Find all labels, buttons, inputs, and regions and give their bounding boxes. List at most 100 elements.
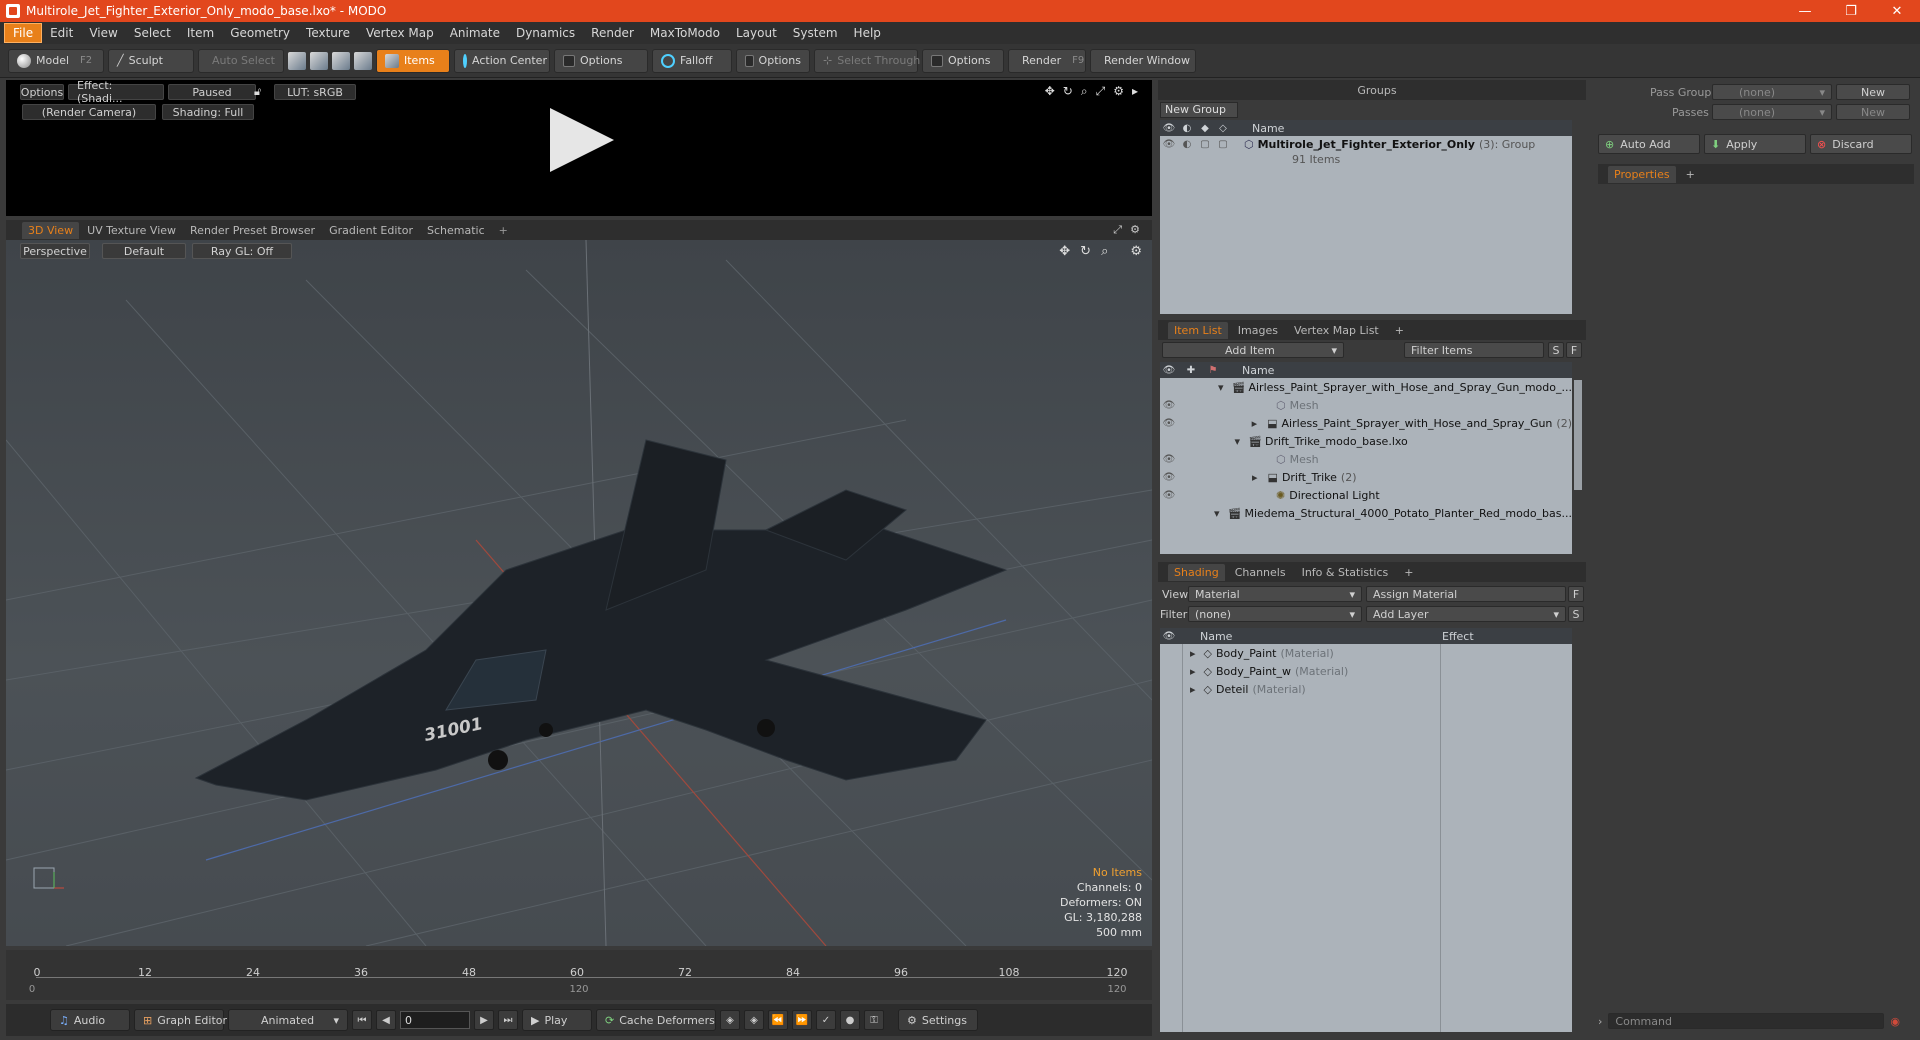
add-layer-dropdown[interactable]: Add Layer ▾ [1366,606,1566,622]
add-item-button[interactable]: Add Item ▾ [1162,342,1344,358]
list-item[interactable]: ▾ 🎬︎ Airless_Paint_Sprayer_with_Hose_and… [1160,378,1572,396]
zoom-icon[interactable]: ⌕ [1101,244,1108,259]
tab-info-statistics[interactable]: Info & Statistics [1296,564,1395,581]
menu-animate[interactable]: Animate [442,24,508,42]
list-item[interactable]: 👁︎ ✺ Directional Light [1160,486,1572,504]
list-item[interactable]: 👁︎ ⬡ Mesh [1160,450,1572,468]
render-preview[interactable]: Options Effect: (Shadi... Paused 🔓︎ LUT:… [6,79,1152,216]
tab-item-list[interactable]: Item List [1168,321,1228,339]
next-key-icon[interactable]: ⏩ [792,1010,812,1030]
discard-button[interactable]: ⊗ Discard [1810,134,1912,154]
key-icon[interactable]: ◈ [720,1010,740,1030]
graph-editor-button[interactable]: ⊞ Graph Editor [134,1009,227,1031]
apply-button[interactable]: ⬇ Apply [1704,134,1806,154]
filter-f-button[interactable]: F [1566,342,1582,358]
add-tab-button[interactable]: + [1389,322,1410,339]
go-to-start-icon[interactable]: ⏮ [352,1010,372,1030]
expand-icon[interactable]: ▾ [1160,507,1220,520]
raygl-dropdown[interactable]: Ray GL: Off [192,243,292,259]
menu-help[interactable]: Help [846,24,889,42]
auto-select-button[interactable]: Auto Select [198,48,284,73]
eye-icon[interactable]: 👁︎ [1160,418,1178,429]
action-center-button[interactable]: Action Center [454,48,550,73]
group-row[interactable]: 👁︎ ◐ ▢ ▢ ⬡ Multirole_Jet_Fighter_Exterio… [1160,136,1572,152]
command-input[interactable]: Command [1608,1013,1885,1029]
menu-vertex-map[interactable]: Vertex Map [358,24,442,42]
go-to-end-icon[interactable]: ⏭ [498,1010,518,1030]
move-icon[interactable]: ✥ [1045,84,1055,99]
tab-vertex-map-list[interactable]: Vertex Map List [1288,322,1385,339]
item-list[interactable]: 👁︎ ✚ ⚑ Name ▾ 🎬︎ Airless_Paint_Sprayer_w… [1160,362,1572,554]
list-item[interactable]: 👁︎ ▸ ⬓ Drift_Trike (2) [1160,468,1572,486]
menu-render[interactable]: Render [583,24,642,42]
rotate-icon[interactable]: ↻ [1063,84,1073,99]
new-group-button[interactable]: New Group [1160,102,1238,118]
animated-dropdown[interactable]: Animated ▾ [228,1009,348,1031]
passes-dropdown[interactable]: (none) ▾ [1712,104,1832,120]
zoom-icon[interactable]: ⌕ [1081,84,1088,99]
material-row[interactable]: ▸ ◇ Deteil (Material) [1160,680,1572,698]
eye-icon[interactable]: 👁︎ [1160,454,1178,465]
menu-geometry[interactable]: Geometry [222,24,298,42]
tab-schematic[interactable]: Schematic [421,222,491,239]
menu-edit[interactable]: Edit [42,24,81,42]
menu-select[interactable]: Select [126,24,179,42]
maximize-icon[interactable]: ⤢ [1113,223,1122,237]
falloff-button[interactable]: Falloff [652,48,732,73]
expand-icon[interactable]: ▸ [1252,417,1258,430]
expand-icon[interactable]: ▸ [1190,647,1196,660]
eye-icon[interactable]: 👁︎ [1160,472,1178,483]
gear-icon[interactable]: ⚙ [1130,244,1142,259]
maximize-icon[interactable]: ⤢ [1096,84,1106,99]
tab-3d-view[interactable]: 3D View [22,221,80,239]
timeline[interactable]: 0 12 24 36 48 60 72 84 96 108 120 0 120 … [6,950,1152,1000]
tab-shading[interactable]: Shading [1168,563,1225,581]
cache-deformers-button[interactable]: ⟳ Cache Deformers [596,1009,716,1031]
render-button[interactable]: Render F9 [1008,48,1086,73]
shading-dropdown[interactable]: Shading: Full [162,104,254,120]
view-dropdown[interactable]: Material ▾ [1188,586,1362,602]
prev-frame-icon[interactable]: ◀ [376,1010,396,1030]
tab-render-preset-browser[interactable]: Render Preset Browser [184,222,321,239]
render-window-button[interactable]: Render Window [1090,48,1196,73]
model-mode-button[interactable]: Model F2 [8,48,104,73]
restore-button[interactable]: ❐ [1828,0,1874,22]
sculpt-mode-button[interactable]: ╱ Sculpt [108,48,194,73]
menu-view[interactable]: View [81,24,125,42]
filter-s-button[interactable]: S [1548,342,1564,358]
frame-input[interactable]: 0 [400,1011,470,1029]
render-toggle-icon[interactable]: ◐ [1178,139,1196,150]
rotate-icon[interactable]: ↻ [1080,244,1091,259]
key-filter-icon[interactable]: ⚿ [864,1010,884,1030]
material-mode-icon[interactable] [354,51,372,70]
auto-key-icon[interactable]: ✓ [816,1010,836,1030]
key-all-icon[interactable]: ◈ [744,1010,764,1030]
menu-dynamics[interactable]: Dynamics [508,24,583,42]
filter-items-input[interactable]: Filter Items [1404,342,1544,358]
item-list-scrollbar[interactable] [1574,380,1582,490]
preview-effect-dropdown[interactable]: Effect: (Shadi... [68,79,164,105]
eye-icon[interactable]: 👁︎ [1160,490,1178,501]
minimize-button[interactable]: — [1782,0,1828,22]
preview-paused-button[interactable]: Paused [168,84,256,100]
eye-icon[interactable]: 👁︎ [1160,400,1178,411]
move-icon[interactable]: ✥ [1059,244,1070,259]
gear-icon[interactable]: ⚙ [1130,223,1140,236]
menu-item[interactable]: Item [179,24,222,42]
menu-file[interactable]: File [4,23,43,43]
groups-list[interactable]: 👁︎ ◐ ◆ ◇ Name 👁︎ ◐ ▢ ▢ ⬡ Multirole_Jet_F… [1160,120,1572,314]
expand-icon[interactable]: ▸ [1252,471,1258,484]
perspective-dropdown[interactable]: Perspective [20,243,90,259]
arrow-right-icon[interactable]: ▸ [1132,84,1138,99]
select-toggle-icon[interactable]: ▢ [1214,139,1232,150]
items-mode-button[interactable]: Items [376,48,450,73]
preview-options-button[interactable]: Options [20,84,64,100]
record-icon[interactable]: ● [840,1010,860,1030]
action-center-options-button[interactable]: Options [554,48,648,73]
3d-viewport[interactable]: 31001 Perspective Default Ray GL: Off ✥ … [6,240,1152,946]
list-item[interactable]: ▾ 🎬︎ Drift_Trike_modo_base.lxo [1160,432,1572,450]
shading-f-button[interactable]: F [1568,586,1584,602]
command-history-icon[interactable]: ◉ [1890,1015,1900,1028]
tab-gradient-editor[interactable]: Gradient Editor [323,222,419,239]
close-button[interactable]: ✕ [1874,0,1920,22]
